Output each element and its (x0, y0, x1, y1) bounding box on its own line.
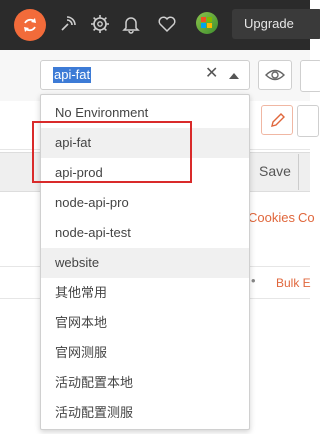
highlight-box (32, 121, 192, 183)
gear-icon[interactable] (89, 13, 111, 35)
pencil-icon (271, 113, 285, 127)
sync-button[interactable] (14, 9, 46, 41)
save-button[interactable]: Save (259, 163, 291, 179)
eye-icon (265, 69, 285, 81)
sync-icon (24, 18, 36, 32)
dropdown-item[interactable]: 官网本地 (41, 308, 249, 338)
user-avatar[interactable] (196, 12, 218, 34)
cookies-link[interactable]: Cookies (248, 210, 295, 225)
app-header: Upgrade (0, 0, 320, 50)
comments-button[interactable] (297, 105, 319, 137)
bulk-edit-link[interactable]: Bulk E (276, 276, 311, 290)
dropdown-item[interactable]: node-api-test (41, 218, 249, 248)
dropdown-item[interactable]: 其他常用 (41, 278, 249, 308)
heart-icon[interactable] (156, 13, 178, 35)
environment-quick-look-button[interactable] (258, 60, 292, 90)
dropdown-item[interactable]: 活动配置测服 (41, 398, 249, 428)
dropdown-item[interactable]: node-api-pro (41, 188, 249, 218)
environment-select[interactable]: api-fat ✕ (40, 60, 250, 90)
interceptor-icon[interactable] (57, 13, 79, 35)
more-options-icon[interactable]: • (251, 273, 256, 288)
caret-up-icon[interactable] (229, 73, 239, 79)
divider (298, 154, 299, 190)
settings-button[interactable] (300, 60, 320, 92)
environment-selected-value[interactable]: api-fat (53, 67, 92, 83)
dropdown-item[interactable]: website (41, 248, 249, 278)
upgrade-button[interactable]: Upgrade (232, 9, 320, 39)
edit-button[interactable] (261, 105, 293, 135)
dropdown-item[interactable]: 官网测服 (41, 338, 249, 368)
bell-icon[interactable] (120, 13, 142, 35)
code-link[interactable]: Co (298, 210, 315, 225)
clear-icon[interactable]: ✕ (205, 63, 218, 83)
windows-logo-icon (201, 17, 212, 28)
dropdown-item[interactable]: 活动配置本地 (41, 368, 249, 398)
